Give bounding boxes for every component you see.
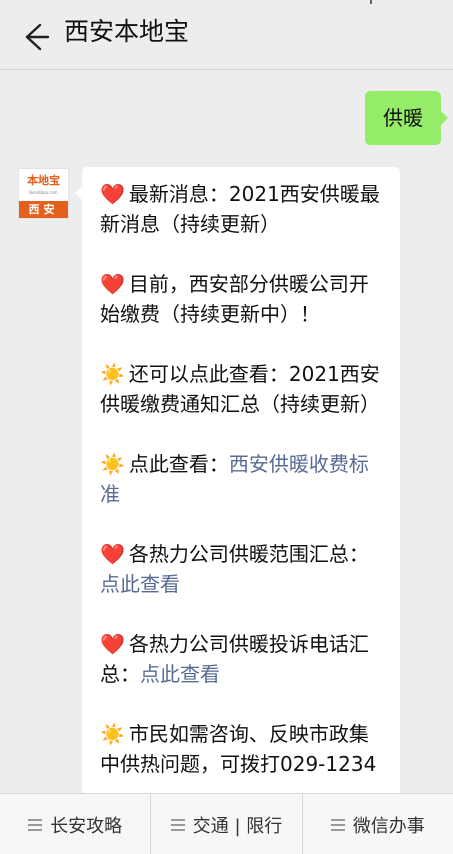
paragraph-text: 最新消息：2021西安供暖最新消息（持续更新）: [100, 182, 380, 236]
avatar-logo-text: 本地宝: [27, 174, 60, 187]
menu-item-label: 交通 | 限行: [192, 815, 283, 837]
menu-lines-icon: [330, 818, 345, 831]
menu-item[interactable]: 长安攻略: [0, 794, 152, 854]
sun-icon: ☀️: [100, 452, 125, 476]
person-icon[interactable]: [363, 0, 379, 8]
paragraph-text: 点此查看：: [128, 452, 229, 476]
sun-icon: ☀️: [100, 722, 125, 746]
paragraph-text: 还可以点此查看：2021西安供暖缴费通知汇总（持续更新）: [100, 362, 380, 416]
bottom-menu: 长安攻略 交通 | 限行 微信办事: [0, 793, 453, 854]
chat-area[interactable]: 供暖 本地宝 Bendibao.com 西安 ❤️ 最新消息：2021西安供暖最新…: [0, 71, 453, 793]
message-paragraph: ☀️ 市民如需咨询、反映市政集中供热问题，可拨打029-1234: [100, 719, 382, 779]
message-paragraph: ❤️ 最新消息：2021西安供暖最新消息（持续更新）: [100, 179, 382, 239]
avatar-logo: 本地宝 Bendibao.com: [19, 169, 68, 201]
menu-lines-icon: [28, 818, 43, 831]
paragraph-text: 市民如需咨询、反映市政集中供热问题，可拨打029-1234: [100, 722, 377, 776]
bot-avatar[interactable]: 本地宝 Bendibao.com 西安: [18, 168, 69, 219]
bot-message-bubble: ❤️ 最新消息：2021西安供暖最新消息（持续更新） ❤️ 目前，西安部分供暖公司开始…: [75, 167, 400, 793]
menu-item-label: 长安攻略: [50, 815, 123, 837]
back-arrow-icon[interactable]: [18, 20, 52, 54]
menu-item-label: 微信办事: [352, 815, 425, 837]
heart-icon: ❤️: [100, 182, 125, 206]
header-bar: 西安本地宝: [0, 0, 453, 70]
page-title: 西安本地宝: [64, 17, 190, 46]
paragraph-link[interactable]: 点此查看: [100, 572, 180, 596]
message-paragraph: ❤️ 各热力公司供暖投诉电话汇总：点此查看: [100, 629, 382, 689]
menu-lines-icon: [170, 818, 185, 831]
paragraph-link[interactable]: 点此查看: [140, 662, 220, 686]
message-paragraph: ☀️ 还可以点此查看：2021西安供暖缴费通知汇总（持续更新）: [100, 359, 382, 419]
message-paragraph: ❤️ 各热力公司供暖范围汇总： 点此查看: [100, 539, 382, 599]
message-paragraph: ☀️ 点此查看：西安供暖收费标准: [100, 449, 382, 509]
avatar-logo-sub: Bendibao.com: [29, 190, 58, 195]
heart-icon: ❤️: [100, 272, 125, 296]
avatar-city: 西安: [19, 201, 68, 218]
menu-item[interactable]: 交通 | 限行: [151, 794, 303, 854]
sun-icon: ☀️: [100, 362, 125, 386]
menu-item[interactable]: 微信办事: [303, 794, 453, 854]
paragraph-text: 目前，西安部分供暖公司开始缴费（持续更新中）！: [100, 272, 369, 326]
user-message-bubble: 供暖: [365, 91, 448, 145]
message-paragraph: ❤️ 目前，西安部分供暖公司开始缴费（持续更新中）！: [100, 269, 382, 329]
heart-icon: ❤️: [100, 542, 125, 566]
paragraph-text: 各热力公司供暖范围汇总：: [128, 542, 369, 566]
heart-icon: ❤️: [100, 632, 125, 656]
